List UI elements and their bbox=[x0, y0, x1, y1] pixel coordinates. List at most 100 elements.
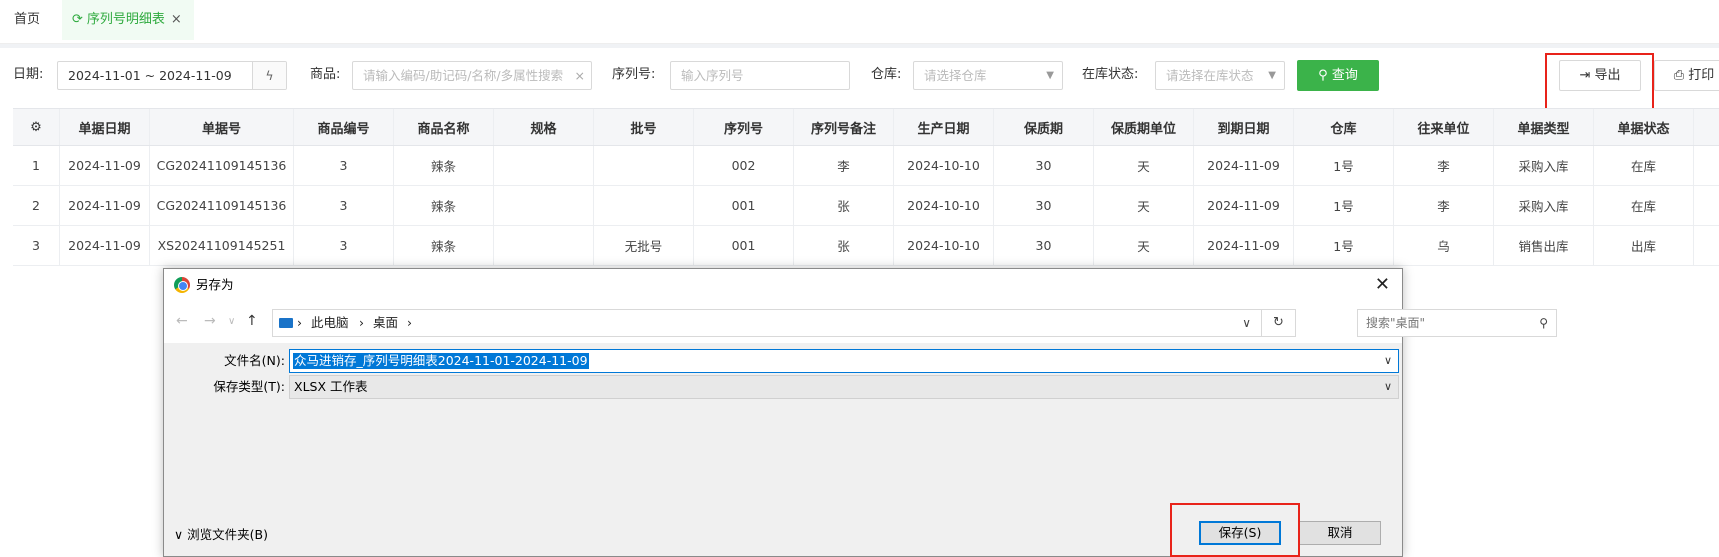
table-row[interactable]: 3 2024-11-09 XS20241109145251 3 辣条 无批号 0… bbox=[13, 226, 1719, 266]
warehouse-select-placeholder: 请选择仓库 bbox=[924, 68, 987, 83]
divider bbox=[0, 44, 1719, 48]
serial-label: 序列号: bbox=[612, 67, 656, 82]
column-settings-icon[interactable]: ⚙ bbox=[13, 109, 60, 145]
goods-label: 商品: bbox=[310, 67, 341, 82]
table-cell: 2024-11-09 bbox=[60, 226, 150, 265]
chevron-down-icon[interactable]: ∨ bbox=[1384, 350, 1392, 372]
table-cell: 张 bbox=[794, 186, 894, 225]
chevron-right-icon[interactable]: › bbox=[297, 310, 302, 336]
table-cell: 2024-11-09 bbox=[60, 146, 150, 185]
close-icon[interactable]: ✕ bbox=[1375, 269, 1390, 301]
table-cell: 2024-10-10 bbox=[894, 186, 994, 225]
lightning-icon[interactable]: ϟ bbox=[252, 62, 286, 89]
column-header[interactable]: 序列号备注 bbox=[794, 109, 894, 145]
back-arrow-icon[interactable]: ← bbox=[176, 313, 188, 329]
close-icon[interactable]: × bbox=[171, 12, 182, 27]
table-cell: 李 bbox=[1394, 146, 1494, 185]
clear-icon[interactable]: × bbox=[575, 62, 585, 89]
column-header[interactable]: 单据日期 bbox=[60, 109, 150, 145]
caret-down-icon: ▼ bbox=[1046, 70, 1054, 81]
warehouse-select[interactable]: 请选择仓库 ▼ bbox=[913, 61, 1063, 90]
browse-folders-toggle[interactable]: ∨ 浏览文件夹(B) bbox=[174, 524, 268, 543]
table-cell: 在库 bbox=[1594, 146, 1694, 185]
table-cell: XS20241109145251 bbox=[150, 226, 294, 265]
up-arrow-icon[interactable]: ↑ bbox=[246, 313, 258, 329]
query-button-label: 查询 bbox=[1331, 68, 1358, 83]
tab-home[interactable]: 首页 bbox=[14, 0, 54, 40]
stock-status-select[interactable]: 请选择在库状态 ▼ bbox=[1155, 61, 1285, 90]
column-header[interactable]: 单据状态 bbox=[1594, 109, 1694, 145]
dialog-title-bar[interactable]: 另存为 ✕ bbox=[164, 269, 1402, 301]
chevron-down-icon[interactable]: ∨ bbox=[1242, 310, 1251, 336]
refresh-icon[interactable]: ⟳ bbox=[72, 0, 83, 40]
query-button[interactable]: ⚲ 查询 bbox=[1297, 60, 1379, 91]
table-cell: 2024-10-10 bbox=[894, 226, 994, 265]
table-cell: 乌 bbox=[1394, 226, 1494, 265]
desktop-search-input[interactable]: 搜索"桌面" ⚲ bbox=[1357, 309, 1557, 337]
filename-input[interactable]: 众马进销存_序列号明细表2024-11-01-2024-11-09 ∨ bbox=[289, 349, 1399, 373]
table-cell: 30 bbox=[994, 186, 1094, 225]
table-cell: 1号 bbox=[1294, 186, 1394, 225]
column-header[interactable]: 批号 bbox=[594, 109, 694, 145]
filename-label: 文件名(N): bbox=[224, 353, 285, 368]
refresh-icon[interactable]: ↻ bbox=[1261, 310, 1295, 336]
column-header[interactable]: 仓库 bbox=[1294, 109, 1394, 145]
column-header[interactable]: 规格 bbox=[494, 109, 594, 145]
column-header[interactable]: 单据类型 bbox=[1494, 109, 1594, 145]
dialog-nav-bar: ← → ∨ ↑ › 此电脑 › 桌面 › ∨ ↻ 搜索"桌面" ⚲ bbox=[164, 301, 1557, 343]
column-header[interactable]: 商品编号 bbox=[294, 109, 394, 145]
filename-value: 众马进销存_序列号明细表2024-11-01-2024-11-09 bbox=[293, 353, 589, 369]
breadcrumb-this-pc[interactable]: 此电脑 bbox=[311, 310, 349, 336]
desktop-search-placeholder: 搜索"桌面" bbox=[1366, 316, 1426, 330]
print-button-label: 打印 bbox=[1688, 68, 1715, 83]
table-cell: CG20241109145136 bbox=[150, 186, 294, 225]
table-row[interactable]: 2 2024-11-09 CG20241109145136 3 辣条 001 张… bbox=[13, 186, 1719, 226]
tab-serial-detail[interactable]: ⟳ 序列号明细表 × bbox=[62, 0, 194, 40]
table-cell bbox=[494, 186, 594, 225]
column-header[interactable]: 生产日期 bbox=[894, 109, 994, 145]
table-cell: 李 bbox=[1394, 186, 1494, 225]
table-cell: 1号 bbox=[1294, 146, 1394, 185]
cancel-button[interactable]: 取消 bbox=[1299, 521, 1381, 545]
recent-dropdown-icon[interactable]: ∨ bbox=[228, 316, 235, 327]
table-cell: 001 bbox=[694, 186, 794, 225]
table-cell: 30 bbox=[994, 146, 1094, 185]
column-header[interactable]: 保质期 bbox=[994, 109, 1094, 145]
table-cell: 30 bbox=[994, 226, 1094, 265]
table-cell: 2024-11-09 bbox=[1194, 186, 1294, 225]
forward-arrow-icon[interactable]: → bbox=[204, 313, 216, 329]
address-bar[interactable]: › 此电脑 › 桌面 › ∨ ↻ bbox=[272, 309, 1296, 337]
breadcrumb-desktop[interactable]: 桌面 bbox=[373, 310, 398, 336]
column-header[interactable]: 商品名称 bbox=[394, 109, 494, 145]
filetype-label: 保存类型(T): bbox=[213, 379, 285, 394]
browse-folders-label: 浏览文件夹(B) bbox=[187, 527, 268, 542]
caret-down-icon: ▼ bbox=[1268, 70, 1276, 81]
highlight-box-save bbox=[1170, 503, 1300, 557]
table-row[interactable]: 1 2024-11-09 CG20241109145136 3 辣条 002 李… bbox=[13, 146, 1719, 186]
table-cell bbox=[594, 146, 694, 185]
table-cell bbox=[494, 226, 594, 265]
serial-input[interactable]: 输入序列号 bbox=[670, 61, 850, 90]
highlight-box-export bbox=[1545, 53, 1654, 112]
goods-search-input[interactable]: 请输入编码/助记码/名称/多属性搜索 × bbox=[352, 61, 592, 90]
date-label: 日期: bbox=[13, 67, 44, 82]
column-header[interactable]: 单据号 bbox=[150, 109, 294, 145]
date-range-input[interactable]: 2024-11-01 ~ 2024-11-09 ϟ bbox=[57, 61, 287, 90]
column-header[interactable]: 保质期单位 bbox=[1094, 109, 1194, 145]
table-cell: 辣条 bbox=[394, 146, 494, 185]
chevron-right-icon[interactable]: › bbox=[359, 310, 364, 336]
table-cell: 001 bbox=[694, 226, 794, 265]
chevron-down-icon: ∨ bbox=[174, 527, 184, 542]
column-header[interactable]: 往来单位 bbox=[1394, 109, 1494, 145]
chevron-right-icon[interactable]: › bbox=[407, 310, 412, 336]
print-button[interactable]: ⎙ 打印 bbox=[1654, 60, 1719, 91]
date-range-value: 2024-11-01 ~ 2024-11-09 bbox=[68, 68, 232, 83]
table-cell: 3 bbox=[294, 226, 394, 265]
column-header[interactable]: 到期日期 bbox=[1194, 109, 1294, 145]
table-cell: 天 bbox=[1094, 186, 1194, 225]
search-icon: ⚲ bbox=[1539, 316, 1548, 330]
column-header[interactable]: 序列号 bbox=[694, 109, 794, 145]
stock-status-placeholder: 请选择在库状态 bbox=[1166, 68, 1254, 83]
filetype-select[interactable]: XLSX 工作表 ∨ bbox=[289, 375, 1399, 399]
table-cell bbox=[494, 146, 594, 185]
